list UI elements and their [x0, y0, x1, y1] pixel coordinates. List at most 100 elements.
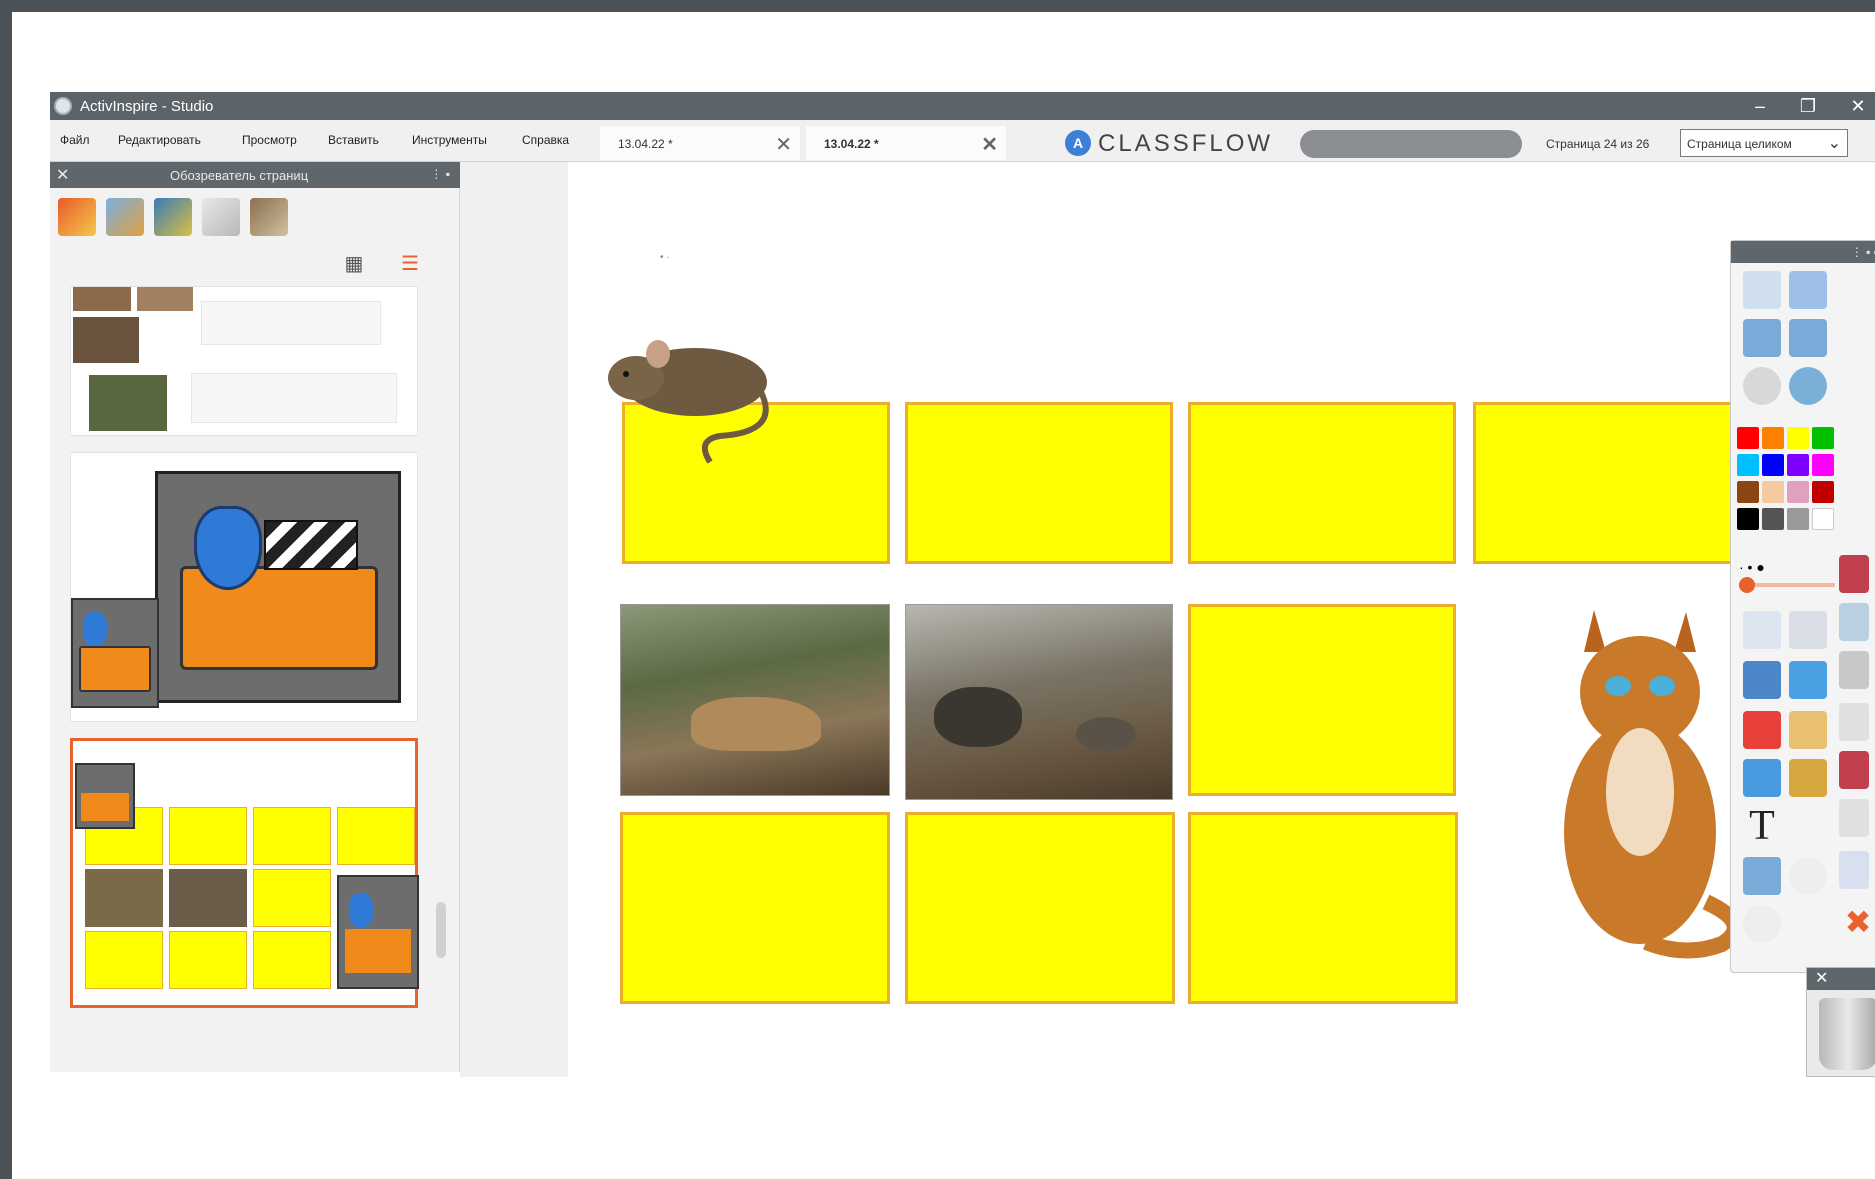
menu-edit[interactable]: Редактировать: [118, 133, 201, 147]
property-browser-icon[interactable]: [250, 198, 288, 236]
desktop-annotate-icon[interactable]: [1789, 271, 1827, 309]
menu-bar: Файл Редактировать Просмотр Вставить Инс…: [50, 120, 1875, 162]
width-slider-handle[interactable]: [1739, 577, 1755, 593]
shapes-icon[interactable]: [1789, 759, 1827, 797]
badger-photo[interactable]: [905, 604, 1173, 800]
yellow-card[interactable]: [1473, 402, 1741, 564]
pen-icon[interactable]: [1743, 661, 1781, 699]
delete-icon[interactable]: ✖: [1839, 903, 1875, 941]
color-swatch[interactable]: [1812, 481, 1834, 503]
list-view-icon[interactable]: ☰: [398, 252, 422, 276]
classflow-icon[interactable]: A: [1065, 130, 1091, 156]
color-swatch[interactable]: [1737, 481, 1759, 503]
minimize-button[interactable]: –: [1740, 94, 1780, 118]
highlighter-icon[interactable]: [1789, 661, 1827, 699]
dual-user-icon[interactable]: [1839, 603, 1869, 641]
menu-view[interactable]: Просмотр: [242, 133, 297, 147]
color-swatch[interactable]: [1762, 481, 1784, 503]
page-thumbnail-selected[interactable]: [70, 738, 419, 1008]
previous-page-icon[interactable]: [1743, 319, 1781, 357]
pen-width-dots[interactable]: · • ●: [1739, 560, 1835, 574]
color-swatch[interactable]: [1787, 427, 1809, 449]
menu-help[interactable]: Справка: [522, 133, 569, 147]
menu-tools[interactable]: Инструменты: [412, 133, 487, 147]
trash-close-button[interactable]: ✕: [1807, 968, 1875, 990]
yellow-card[interactable]: [1188, 812, 1458, 1004]
color-swatch[interactable]: [1762, 427, 1784, 449]
color-swatch[interactable]: [1787, 454, 1809, 476]
page-save-icon[interactable]: [1839, 751, 1869, 789]
tab-document-1[interactable]: 13.04.22 * ✕: [600, 126, 800, 160]
title-bar: ActivInspire - Studio – ❐ ✕: [50, 92, 1875, 120]
zoom-select[interactable]: Страница целиком ⌄: [1680, 129, 1848, 157]
fill-icon[interactable]: [1789, 711, 1827, 749]
resource-library-icon[interactable]: [106, 198, 144, 236]
camera-icon[interactable]: [1839, 651, 1869, 689]
app-window: ActivInspire - Studio – ❐ ✕ Файл Редакти…: [50, 92, 1875, 1077]
scrollbar-thumb[interactable]: [436, 902, 446, 958]
page-browser-header: ✕ Обозреватель страниц ⋮ ▪: [50, 162, 460, 188]
grid-view-icon[interactable]: ▦: [342, 252, 366, 276]
cut-icon[interactable]: [1839, 703, 1869, 741]
trash-icon[interactable]: [1819, 998, 1875, 1070]
yellow-card[interactable]: [1188, 402, 1456, 564]
yellow-card[interactable]: [905, 402, 1173, 564]
color-swatch[interactable]: [1787, 508, 1809, 530]
color-swatch[interactable]: [1812, 508, 1834, 530]
tab-close-button[interactable]: ✕: [775, 132, 792, 157]
color-swatch[interactable]: [1787, 481, 1809, 503]
color-swatch[interactable]: [1762, 508, 1784, 530]
main-menu-icon[interactable]: [1743, 271, 1781, 309]
panel-pin-icon[interactable]: ⋮ ▪: [430, 167, 450, 181]
page-browser-panel: ✕ Обозреватель страниц ⋮ ▪ ▦ ☰: [50, 162, 460, 1072]
next-page-icon[interactable]: [1789, 319, 1827, 357]
media-folder-icon: [337, 875, 419, 989]
eraser-icon[interactable]: [1743, 711, 1781, 749]
text-tool-icon[interactable]: T: [1743, 805, 1781, 847]
yellow-card[interactable]: [1188, 604, 1456, 796]
toolbox-header[interactable]: ⋮ ▪ ▪: [1731, 241, 1875, 263]
magic-ink-icon[interactable]: [1743, 759, 1781, 797]
tools-icon[interactable]: [1789, 611, 1827, 649]
undo-icon[interactable]: [1789, 857, 1827, 895]
close-button[interactable]: ✕: [1838, 94, 1875, 118]
slide-frame: ActivInspire - Studio – ❐ ✕ Файл Редакти…: [12, 12, 1875, 1179]
record-icon[interactable]: [1743, 367, 1781, 405]
window-title: ActivInspire - Studio: [80, 98, 214, 115]
classflow-search-bar[interactable]: [1300, 130, 1522, 158]
yellow-card[interactable]: [620, 812, 890, 1004]
yellow-card[interactable]: [905, 812, 1175, 1004]
paste-icon[interactable]: [1839, 851, 1869, 889]
panel-close-button[interactable]: ✕: [56, 165, 69, 185]
tab-document-2[interactable]: 13.04.22 * ✕: [806, 126, 1006, 160]
color-swatch[interactable]: [1737, 454, 1759, 476]
color-swatch[interactable]: [1812, 427, 1834, 449]
color-swatch[interactable]: [1737, 427, 1759, 449]
wolf-photo[interactable]: [620, 604, 890, 796]
select-icon[interactable]: [1743, 611, 1781, 649]
tab-label: 13.04.22 *: [618, 137, 673, 151]
redo-icon[interactable]: [1743, 905, 1781, 943]
save-icon[interactable]: [1839, 555, 1869, 593]
object-browser-icon[interactable]: [154, 198, 192, 236]
tab-close-button[interactable]: ✕: [981, 132, 998, 157]
whiteboard-canvas[interactable]: • ·: [460, 162, 1875, 1077]
menu-file[interactable]: Файл: [60, 133, 90, 147]
menu-insert[interactable]: Вставить: [328, 133, 379, 147]
mouse-image[interactable]: [600, 312, 790, 472]
clear-icon[interactable]: [1743, 857, 1781, 895]
web-browser-icon[interactable]: [1789, 367, 1827, 405]
copy-icon[interactable]: [1839, 799, 1869, 837]
app-logo-icon: [54, 97, 72, 115]
color-swatch[interactable]: [1737, 508, 1759, 530]
color-swatch[interactable]: [1762, 454, 1784, 476]
page-thumbnail[interactable]: [70, 452, 418, 722]
page-browser-icon[interactable]: [58, 198, 96, 236]
notes-browser-icon[interactable]: [202, 198, 240, 236]
main-toolbox: ⋮ ▪ ▪ · • ● T ✖: [1730, 240, 1875, 973]
restore-button[interactable]: ❐: [1788, 94, 1828, 118]
page-indicator: Страница 24 из 26: [1546, 137, 1650, 151]
page-thumbnail[interactable]: [70, 286, 418, 436]
chevron-down-icon: ⌄: [1827, 135, 1841, 152]
color-swatch[interactable]: [1812, 454, 1834, 476]
